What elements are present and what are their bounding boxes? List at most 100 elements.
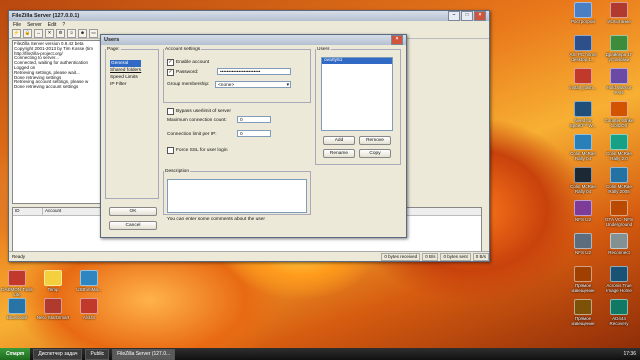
max-connections-label: Maximum connection count: xyxy=(167,118,227,123)
desktop-icon[interactable]: DAEMON Tools Lite xyxy=(0,270,34,297)
app-icon xyxy=(610,266,628,282)
users-dialog: Users × Page: General Shared folders Spe… xyxy=(100,34,407,238)
desktop-icon[interactable]: Nero StartSmart xyxy=(36,298,70,320)
menu-file[interactable]: File xyxy=(13,22,21,28)
app-icon xyxy=(574,134,592,150)
disconnect-icon[interactable]: ✕ xyxy=(45,29,54,38)
bypass-label: Bypass userlimit of server xyxy=(176,109,231,114)
users-icon[interactable]: ☺ xyxy=(67,29,76,38)
desktop-icon[interactable]: ASI PC home desktop 1... xyxy=(566,35,600,62)
desktop-icon-label: AD444 Recovery xyxy=(609,316,629,326)
description-hint: You can enter some comments about the us… xyxy=(167,217,265,222)
groups-icon[interactable]: ☻ xyxy=(78,29,87,38)
desktop-icon[interactable]: Acronis True Image Home xyxy=(602,266,636,293)
app-icon xyxy=(8,270,26,286)
desktop-icon[interactable]: install_flash... xyxy=(566,68,600,90)
desktop-icon[interactable]: Драйвера 1Г установки xyxy=(602,35,636,62)
menu-server[interactable]: Server xyxy=(27,22,42,28)
desktop-icon[interactable]: Counter-Strike GoltzOrf xyxy=(602,101,636,128)
app-icon xyxy=(574,35,592,51)
desktop-icon[interactable]: Рострогрой xyxy=(566,2,600,24)
app-icon xyxy=(574,233,592,249)
checkbox-unchecked xyxy=(167,108,174,115)
page-ip-filter[interactable]: IP Filter xyxy=(110,81,141,88)
column-account[interactable]: Account xyxy=(43,208,108,215)
column-id[interactable]: ID xyxy=(13,208,43,215)
desktop-icon-label: Need for Speed™ W... xyxy=(569,118,597,128)
desktop-icon-label: ASI PC home desktop 1... xyxy=(569,52,597,62)
app-icon xyxy=(8,298,26,314)
desktop-icon[interactable]: Temp xyxy=(36,270,70,292)
ok-button[interactable]: OK xyxy=(109,207,157,216)
desktop-icon[interactable]: Colin McRae Rally 2005 xyxy=(602,167,636,194)
connect-icon[interactable]: ↔ xyxy=(34,29,43,38)
description-textarea[interactable] xyxy=(167,179,307,213)
pages-label: Page: xyxy=(107,47,120,52)
taskbar-item-filezilla[interactable]: FileZilla Server (127.0... xyxy=(112,348,176,360)
desktop-icon-label: Испытание xyxy=(607,19,631,24)
conn-per-ip-field[interactable]: 0 xyxy=(237,130,271,137)
desktop-icon[interactable]: Hold Warrior РАН xyxy=(602,68,636,95)
force-ssl-label: Force SSL for user login xyxy=(176,148,228,153)
start-button[interactable]: Старт xyxy=(0,348,31,360)
log-panel[interactable]: FileZilla Server version 0.9.42 beta Cop… xyxy=(12,40,106,204)
desktop-icon-label: USBVeiMa... xyxy=(76,287,102,292)
desktop-icon[interactable]: NFS U2 xyxy=(566,233,600,255)
settings-icon[interactable]: ⚙ xyxy=(56,29,65,38)
page-shared-folders[interactable]: Shared folders xyxy=(110,67,141,74)
users-dialog-titlebar[interactable]: Users × xyxy=(101,35,406,45)
taskbar-item-public[interactable]: Public xyxy=(85,348,110,360)
lock-icon[interactable]: 🔒 xyxy=(23,29,32,38)
status-ready: Ready xyxy=(12,254,26,259)
desktop-icon[interactable]: Need for Speed™ W... xyxy=(566,101,600,128)
desktop-icon[interactable]: Reconnect xyxy=(602,233,636,255)
list-item[interactable]: ovarty51 xyxy=(322,58,392,64)
enable-account-checkbox[interactable]: ✓ Enable account xyxy=(167,59,209,66)
checkbox-unchecked xyxy=(167,147,174,154)
desktop-icon[interactable]: AD444 Recovery xyxy=(602,299,636,326)
clock: 17:36 xyxy=(623,351,636,357)
maximize-button[interactable]: □ xyxy=(461,11,473,21)
rename-button[interactable]: Rename xyxy=(323,149,355,158)
desktop-icon[interactable]: Colin McRae Rally 04 xyxy=(566,167,600,194)
bypass-checkbox[interactable]: Bypass userlimit of server xyxy=(167,108,231,115)
remove-button[interactable]: Remove xyxy=(359,136,391,145)
desktop-icon-label: NFS U2 xyxy=(574,250,591,255)
desktop-icon-label: Colin McRae Rally 2005 xyxy=(606,184,632,194)
cancel-button[interactable]: Cancel xyxy=(109,221,157,230)
taskbar-item-task-manager[interactable]: Диспетчер задач xyxy=(33,348,83,360)
desktop-icon[interactable]: GTA VC- NFS Underground xyxy=(602,200,636,227)
max-connections-field[interactable]: 0 xyxy=(237,116,271,123)
close-icon[interactable]: × xyxy=(391,35,403,45)
desktop-icon[interactable]: ASUS xyxy=(72,298,106,320)
desktop-icon[interactable]: Прямое извещение xyxy=(566,266,600,293)
page-general[interactable]: General xyxy=(110,60,142,67)
password-checkbox[interactable]: ✓ Password: xyxy=(167,69,198,76)
desktop-icon[interactable]: Colin McRae Rally 2.0 xyxy=(602,134,636,161)
desktop-icon-label: ASUS xyxy=(82,315,96,320)
page-speed-limits[interactable]: Speed Limits xyxy=(110,74,141,81)
desktop-icon[interactable]: NFS U2 xyxy=(566,200,600,222)
desktop-icon[interactable]: USBVeiMa... xyxy=(72,270,106,292)
desktop-icon[interactable]: BlueSoleil xyxy=(0,298,34,320)
filezilla-title: FileZilla Server (127.0.0.1) xyxy=(12,13,80,19)
desktop-icon[interactable]: Colin McRae Rally 04 xyxy=(566,134,600,161)
filezilla-titlebar[interactable]: FileZilla Server (127.0.0.1) – □ × xyxy=(9,11,489,21)
force-ssl-checkbox[interactable]: Force SSL for user login xyxy=(167,147,228,154)
folder-icon[interactable]: ▭ xyxy=(89,29,98,38)
desktop-icon[interactable]: Прямое извещение xyxy=(566,299,600,326)
close-button[interactable]: × xyxy=(474,11,486,21)
group-membership-select[interactable]: <none> ▾ xyxy=(215,81,291,88)
users-list[interactable]: ovarty51 xyxy=(321,57,393,131)
app-icon xyxy=(80,270,98,286)
lightning-icon[interactable]: ⚡ xyxy=(12,29,21,38)
menu-edit[interactable]: Edit xyxy=(48,22,57,28)
minimize-button[interactable]: – xyxy=(448,11,460,21)
desktop-icon-label: Hold Warrior РАН xyxy=(606,85,632,95)
menu-help[interactable]: ? xyxy=(62,22,65,28)
copy-button[interactable]: Copy xyxy=(359,149,391,158)
add-button[interactable]: Add xyxy=(323,136,355,145)
password-field[interactable]: •••••••••••••••••••••••• xyxy=(217,68,291,75)
desktop-icon[interactable]: Испытание xyxy=(602,2,636,24)
app-icon xyxy=(610,233,628,249)
